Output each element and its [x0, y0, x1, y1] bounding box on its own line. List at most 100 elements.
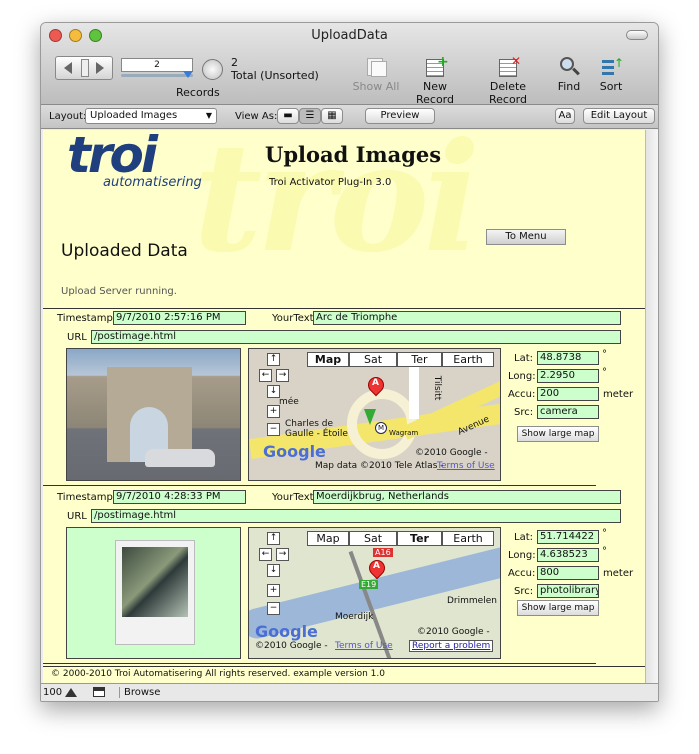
- car-shape: [145, 449, 215, 467]
- url-field[interactable]: /postimage.html: [91, 509, 621, 523]
- window-title: UploadData: [311, 28, 388, 43]
- url-label: URL: [67, 511, 87, 522]
- map-tab-sat[interactable]: Sat: [349, 531, 397, 546]
- map-label-moerdijk: Moerdijk: [335, 612, 374, 622]
- lat-degree: °: [602, 349, 607, 360]
- map-record-2[interactable]: Map Sat Ter Earth ↑ ← → ↓ + − A16 E19 A …: [248, 527, 501, 659]
- metro-icon: M: [375, 422, 387, 434]
- highway-e19-label: E19: [359, 580, 379, 589]
- show-large-map-button[interactable]: Show large map: [517, 600, 599, 616]
- accu-field[interactable]: 200: [537, 387, 599, 401]
- total-count: 2: [231, 56, 238, 69]
- map-tab-sat[interactable]: Sat: [349, 352, 397, 367]
- zoom-level[interactable]: 100: [43, 687, 62, 698]
- accu-field[interactable]: 800: [537, 566, 599, 580]
- yourtext-field[interactable]: Arc de Triomphe: [313, 311, 621, 325]
- timestamp-field[interactable]: 9/7/2010 2:57:16 PM: [113, 311, 246, 325]
- zoom-out-icon[interactable]: −: [267, 423, 280, 436]
- map-copyright: ©2010 Google -: [415, 448, 488, 458]
- record-number-input[interactable]: 2: [121, 58, 193, 72]
- record-divider: [43, 485, 596, 486]
- pan-right-icon[interactable]: →: [276, 369, 289, 382]
- view-as-label: View As:: [235, 111, 278, 122]
- url-field[interactable]: /postimage.html: [91, 330, 621, 344]
- timestamp-field[interactable]: 9/7/2010 4:28:33 PM: [113, 490, 246, 504]
- lat-field[interactable]: 48.8738: [537, 351, 599, 365]
- accu-unit: meter: [603, 568, 634, 579]
- edit-layout-button[interactable]: Edit Layout: [583, 108, 655, 124]
- map-tab-ter[interactable]: Ter: [397, 352, 442, 367]
- record-book-nav[interactable]: [55, 56, 113, 80]
- zoom-in-icon[interactable]: +: [267, 584, 280, 597]
- terms-of-use-link[interactable]: Terms of Use: [335, 641, 393, 651]
- pan-right-icon[interactable]: →: [276, 548, 289, 561]
- pan-left-icon[interactable]: ←: [259, 548, 272, 561]
- troi-logo-sub: automatisering: [103, 175, 202, 190]
- layout-select[interactable]: Uploaded Images ▼: [85, 108, 217, 124]
- lat-label: Lat:: [514, 353, 533, 364]
- map-label-place: Charles de Gaulle - Étoile: [285, 419, 348, 439]
- map-tab-map[interactable]: Map: [307, 531, 349, 546]
- map-record-1[interactable]: Map Sat Ter Earth ↑ ← → ↓ + − mée Charle…: [248, 348, 501, 481]
- map-copyright: ©2010 Google -: [417, 627, 490, 637]
- section-title: Uploaded Data: [61, 241, 188, 261]
- pan-up-icon[interactable]: ↑: [267, 353, 280, 366]
- long-field[interactable]: 4.638523: [537, 548, 599, 562]
- report-problem-link[interactable]: Report a problem: [409, 640, 494, 652]
- vertical-scrollbar[interactable]: [645, 130, 658, 685]
- delete-record-button[interactable]: ✕ Delete Record: [471, 54, 545, 106]
- find-button[interactable]: Find: [551, 56, 587, 93]
- map-tab-ter[interactable]: Ter: [397, 531, 442, 546]
- show-large-map-button[interactable]: Show large map: [517, 426, 599, 442]
- view-form-button[interactable]: ▬: [277, 108, 299, 124]
- pan-down-icon[interactable]: ↓: [267, 564, 280, 577]
- timestamp-label: Timestamp: [57, 313, 113, 324]
- pan-left-icon[interactable]: ←: [259, 369, 272, 382]
- preview-button[interactable]: Preview: [365, 108, 435, 124]
- to-menu-button[interactable]: To Menu: [486, 229, 566, 245]
- records-label: Records: [176, 86, 220, 99]
- accu-label: Accu:: [508, 568, 536, 579]
- view-table-button[interactable]: ▦: [321, 108, 343, 124]
- lat-degree: °: [602, 528, 607, 539]
- font-size-button[interactable]: Aa: [555, 108, 575, 124]
- find-label: Find: [557, 80, 581, 93]
- toolbar-toggle-button[interactable]: [626, 30, 648, 40]
- prev-record-icon[interactable]: [64, 62, 72, 74]
- yourtext-field[interactable]: Moerdijkbrug, Netherlands: [313, 490, 621, 504]
- zoom-out-icon[interactable]: −: [267, 602, 280, 615]
- next-record-icon[interactable]: [96, 62, 104, 74]
- src-label: Src:: [514, 407, 534, 418]
- zoom-icon[interactable]: [65, 688, 77, 697]
- map-tab-earth[interactable]: Earth: [442, 531, 494, 546]
- magnifier-icon: [556, 56, 582, 78]
- view-list-button[interactable]: ☰: [299, 108, 321, 124]
- src-field[interactable]: photolibrary: [537, 584, 599, 598]
- header-divider: [43, 308, 647, 309]
- delete-record-icon: ✕: [495, 54, 521, 78]
- show-all-button[interactable]: Show All: [351, 56, 401, 93]
- map-tab-earth[interactable]: Earth: [442, 352, 494, 367]
- map-data-credit: Map data ©2010 Tele Atlas -: [315, 461, 444, 471]
- yourtext-label: YourText: [272, 313, 314, 324]
- new-record-button[interactable]: + New Record: [403, 54, 467, 106]
- lat-field[interactable]: 51.714422: [537, 530, 599, 544]
- photo-polaroid: [66, 527, 241, 659]
- pan-up-icon[interactable]: ↑: [267, 532, 280, 545]
- sort-button[interactable]: ↑ Sort: [593, 56, 629, 93]
- map-tab-map[interactable]: Map: [307, 352, 349, 367]
- delete-record-label: Delete Record: [488, 80, 527, 106]
- long-field[interactable]: 2.2950: [537, 369, 599, 383]
- book-icon: [81, 59, 89, 77]
- google-logo: Google: [255, 622, 318, 641]
- map-label-drimmelen: Drimmelen: [447, 596, 497, 606]
- mode-indicator[interactable]: Browse: [119, 687, 160, 698]
- long-label: Long:: [508, 550, 536, 561]
- title-toolbar: UploadData 2 Records 2 Total (Unsorted) …: [41, 23, 658, 106]
- url-label: URL: [67, 332, 87, 343]
- slider-thumb-icon[interactable]: [183, 71, 193, 78]
- src-field[interactable]: camera: [537, 405, 599, 419]
- toolbar-toggle-icon[interactable]: [93, 687, 105, 697]
- terms-of-use-link[interactable]: Terms of Use: [437, 461, 495, 471]
- timestamp-label: Timestamp: [57, 492, 113, 503]
